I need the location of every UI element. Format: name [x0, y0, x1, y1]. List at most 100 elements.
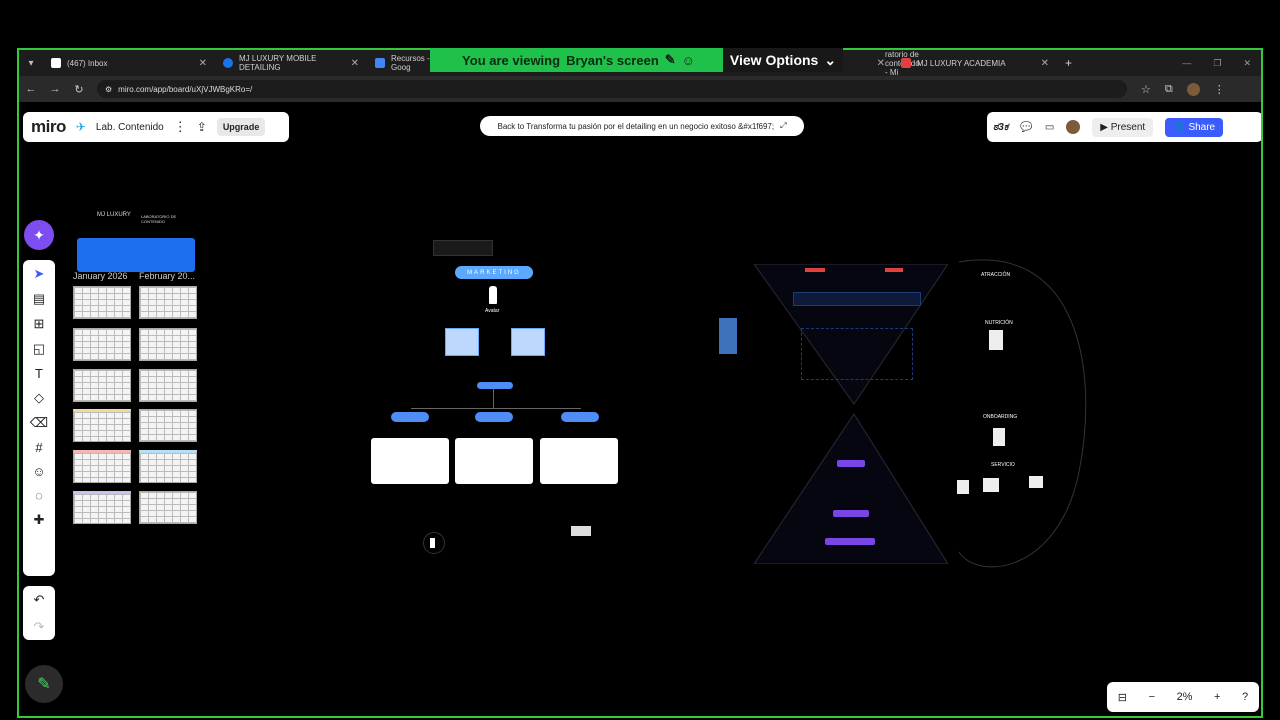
close-icon[interactable]: ✕: [351, 58, 359, 69]
content-box[interactable]: [371, 438, 449, 484]
calendar-thumbnail[interactable]: [73, 491, 131, 524]
expand-icon[interactable]: ⤢: [780, 121, 786, 131]
profile-avatar[interactable]: [1186, 82, 1200, 96]
mindmap-node[interactable]: [475, 412, 513, 422]
zoom-out-icon[interactable]: −: [1149, 691, 1155, 703]
chevron-down-icon: ⌄: [824, 51, 837, 68]
miro-collab-toolbar: ಠ3ಕ 💬 ▭ ▶ Present 👤 Share: [987, 112, 1261, 142]
redo-icon[interactable]: ↷: [34, 619, 45, 635]
share-button[interactable]: 👤 Share: [1165, 117, 1224, 137]
calendar-thumbnail[interactable]: [139, 286, 197, 319]
calendar-thumbnail[interactable]: [139, 409, 197, 442]
miro-board-header: miro ✈ Lab. Contenido ⋮ ⇪ Upgrade: [23, 112, 289, 142]
content-box[interactable]: [540, 438, 618, 484]
extensions-icon[interactable]: ⧉: [1165, 83, 1173, 96]
url-field[interactable]: ⚙ miro.com/app/board/uXjVJWBgKRo=/: [97, 80, 1127, 98]
mindmap-node[interactable]: [477, 382, 513, 389]
calendar-thumbnail[interactable]: [139, 491, 197, 524]
help-icon[interactable]: ?: [1242, 691, 1248, 703]
funnel-stage[interactable]: [825, 538, 875, 545]
document-thumbnail[interactable]: [571, 526, 591, 536]
funnel-row[interactable]: [793, 292, 921, 306]
fit-screen-icon[interactable]: ⊟: [1118, 691, 1127, 704]
shapes-icon[interactable]: ◇: [34, 390, 44, 406]
bookmark-star-icon[interactable]: ☆: [1141, 83, 1151, 96]
sticky-note-icon[interactable]: ◱: [33, 341, 45, 357]
back-to-frame-button[interactable]: Back to Transforma tu pasión por el deta…: [480, 116, 804, 136]
eraser-icon[interactable]: ⌫: [30, 415, 48, 431]
calendar-thumbnail[interactable]: [139, 369, 197, 402]
comments-icon[interactable]: 💬: [1020, 122, 1032, 133]
funnel-stage[interactable]: [833, 510, 869, 517]
templates-icon[interactable]: ▤: [33, 291, 45, 307]
content-box[interactable]: [455, 438, 533, 484]
connector-line: [411, 408, 581, 409]
tab-mj-luxury-academia[interactable]: MJ LUXURY ACADEMIA ✕: [893, 50, 1057, 76]
blue-header-card[interactable]: [77, 238, 195, 272]
export-icon[interactable]: ⇪: [197, 120, 207, 134]
emoji-icon[interactable]: ☺: [32, 464, 45, 479]
sticky-stack[interactable]: [719, 318, 737, 354]
funnel-flow-area[interactable]: [801, 328, 913, 380]
calendar-thumbnail[interactable]: [73, 409, 131, 442]
forward-arrow-icon[interactable]: →: [43, 83, 67, 95]
calendar-thumbnail[interactable]: [73, 369, 131, 402]
calendar-thumbnail[interactable]: [73, 450, 131, 483]
view-options-button[interactable]: View Options ⌄: [723, 48, 843, 72]
tab-mj-luxury-detailing[interactable]: MJ LUXURY MOBILE DETAILING ✕: [215, 50, 367, 76]
undo-icon[interactable]: ↶: [34, 592, 45, 608]
mindmap-node[interactable]: [561, 412, 599, 422]
calendar-thumbnail[interactable]: [139, 328, 197, 361]
upgrade-button[interactable]: Upgrade: [216, 118, 266, 136]
ai-sparkle-button[interactable]: ✦: [24, 220, 54, 250]
site-info-icon[interactable]: ⚙: [105, 85, 112, 94]
table-icon[interactable]: ⊞: [34, 316, 45, 332]
miro-board-canvas[interactable]: miro ✈ Lab. Contenido ⋮ ⇪ Upgrade Back t…: [19, 102, 1261, 716]
select-cursor-icon[interactable]: ➤: [34, 266, 45, 282]
collaborator-avatar[interactable]: [1066, 120, 1081, 134]
connector-line: [493, 389, 494, 409]
back-arrow-icon[interactable]: ←: [19, 83, 43, 95]
minimize-icon[interactable]: —: [1182, 58, 1191, 69]
close-icon[interactable]: ✕: [199, 58, 207, 69]
calendar-thumbnail[interactable]: [139, 450, 197, 483]
calendar-thumbnail[interactable]: [73, 328, 131, 361]
close-window-icon[interactable]: ✕: [1243, 58, 1251, 69]
menu-kebab-icon[interactable]: ⋮: [1214, 83, 1225, 96]
close-icon[interactable]: ✕: [1041, 58, 1049, 69]
board-name[interactable]: Lab. Contenido: [96, 122, 164, 133]
funnel-stage[interactable]: [837, 460, 865, 467]
comment-tool-icon[interactable]: ◌: [35, 488, 43, 503]
present-button[interactable]: ▶ Present: [1092, 117, 1154, 137]
restore-icon[interactable]: ❐: [1213, 58, 1221, 69]
avatar-card[interactable]: [445, 328, 479, 356]
funnel-tag[interactable]: [885, 268, 903, 272]
text-tool-icon[interactable]: T: [35, 366, 43, 381]
avatar-card[interactable]: [511, 328, 545, 356]
zoom-level[interactable]: 2%: [1177, 691, 1193, 703]
pen-tool-button[interactable]: ✎: [25, 665, 63, 703]
tab-inbox[interactable]: (467) Inbox ✕: [43, 50, 215, 76]
calendar-month-label: February 20...: [139, 271, 196, 281]
tab-search-icon[interactable]: ▾: [19, 58, 43, 69]
reactions-icon[interactable]: ಠ3ಕ: [993, 122, 1008, 133]
zoom-in-icon[interactable]: +: [1214, 691, 1220, 703]
reload-icon[interactable]: ↻: [67, 83, 91, 96]
miro-logo[interactable]: miro: [31, 117, 66, 137]
marketing-node[interactable]: MARKETING: [455, 266, 533, 279]
calendar-thumbnail[interactable]: [73, 286, 131, 319]
mindmap-node[interactable]: [391, 412, 429, 422]
board-menu-icon[interactable]: ⋮: [174, 119, 187, 135]
funnel-tag[interactable]: [805, 268, 825, 272]
loop-connector: [958, 259, 1087, 568]
present-label: Present: [1110, 121, 1146, 133]
emoji-icon: ☺: [681, 52, 695, 68]
close-icon[interactable]: ✕: [877, 58, 885, 69]
new-tab-button[interactable]: +: [1057, 50, 1077, 76]
mindmap-note[interactable]: [433, 240, 493, 256]
video-call-icon[interactable]: ▭: [1045, 122, 1054, 133]
viewing-text: You are viewing: [462, 52, 561, 68]
funnel-diagram[interactable]: [754, 264, 948, 564]
frame-icon[interactable]: #: [35, 440, 42, 455]
more-tools-icon[interactable]: ✚: [34, 512, 45, 528]
